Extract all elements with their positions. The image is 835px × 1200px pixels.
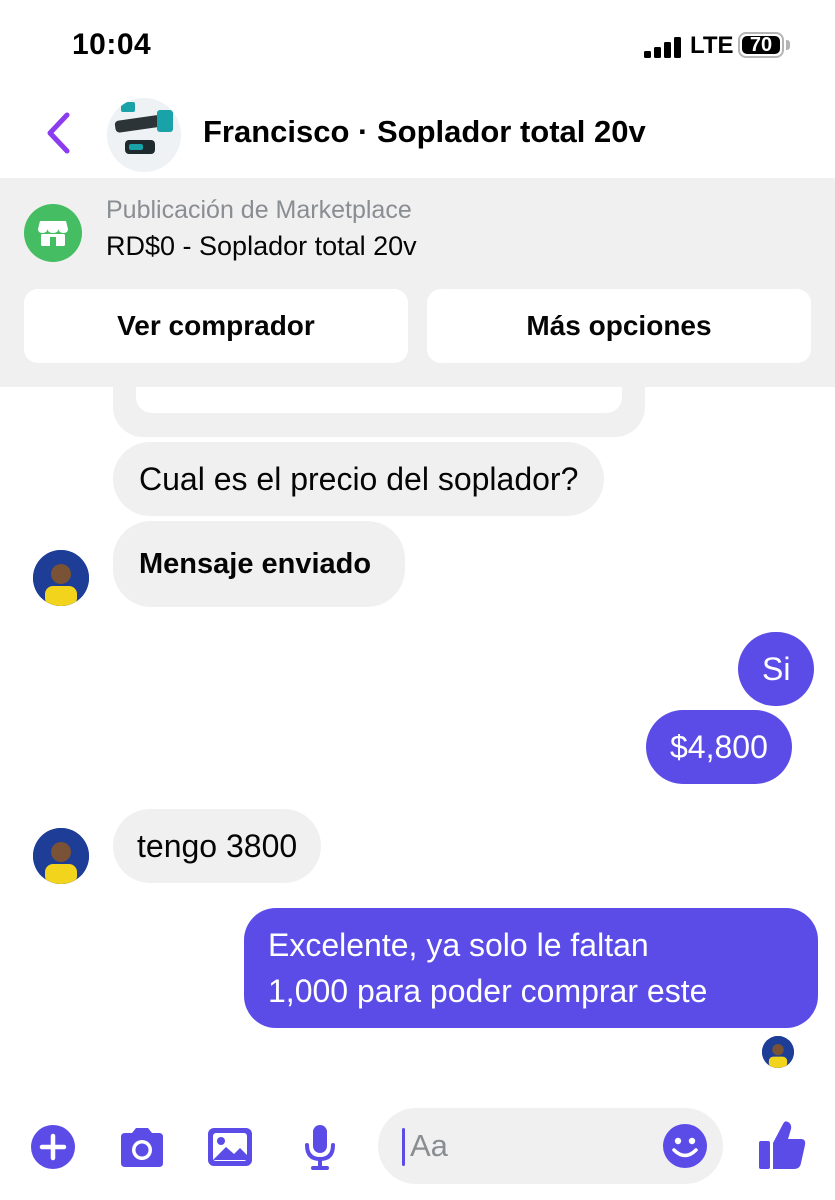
chevron-left-icon — [47, 112, 70, 154]
message-bubble-incoming[interactable]: tengo 3800 — [113, 809, 322, 883]
smiley-icon — [663, 1124, 707, 1168]
plus-button[interactable] — [30, 1124, 76, 1170]
profile-photo — [33, 550, 89, 606]
text-cursor — [402, 1128, 405, 1166]
view-buyer-button[interactable]: Ver comprador — [24, 289, 408, 363]
status-time: 10:04 — [72, 28, 152, 61]
conversation-header: Francisco · Soplador total 20v — [0, 90, 835, 178]
back-button[interactable] — [36, 108, 80, 158]
marketplace-banner: Publicación de Marketplace RD$0 - Soplad… — [0, 178, 835, 387]
profile-photo — [33, 828, 89, 884]
message-bubble-outgoing[interactable]: Excelente, ya solo le faltan 1,000 para … — [244, 908, 818, 1028]
battery-cap — [786, 40, 790, 50]
message-text-line: 1,000 para poder comprar este — [268, 973, 708, 1009]
more-options-button[interactable]: Más opciones — [427, 289, 811, 363]
sender-avatar[interactable] — [33, 550, 89, 606]
message-text: Si — [762, 650, 791, 687]
message-text: Mensaje enviado — [139, 547, 372, 580]
image-icon — [208, 1128, 252, 1166]
marketplace-label: Publicación de Marketplace — [106, 196, 412, 224]
message-text: tengo 3800 — [137, 827, 298, 864]
plus-icon — [31, 1125, 75, 1169]
gallery-button[interactable] — [206, 1124, 254, 1170]
leaf-blower-image — [107, 98, 181, 172]
conversation-title[interactable]: Francisco · Soplador total 20v — [203, 114, 646, 150]
sender-avatar[interactable] — [33, 828, 89, 884]
seen-receipt-avatar — [762, 1036, 794, 1068]
emoji-button[interactable] — [662, 1123, 708, 1169]
camera-button[interactable] — [117, 1124, 167, 1170]
message-bubble-outgoing[interactable]: $4,800 — [646, 710, 792, 784]
message-bubble-outgoing[interactable]: Si — [738, 632, 815, 706]
message-text-line: Excelente, ya solo le faltan — [268, 927, 649, 963]
thumbs-up-icon — [759, 1121, 806, 1169]
camera-icon — [121, 1128, 163, 1167]
network-type: LTE — [690, 32, 734, 59]
previous-message-card — [136, 387, 622, 413]
message-text: $4,800 — [670, 728, 768, 765]
voice-button[interactable] — [300, 1122, 340, 1172]
marketplace-store-icon — [24, 204, 82, 262]
status-bar: 10:04 LTE 70 — [0, 0, 835, 90]
message-text: Cual es el precio del soplador? — [139, 460, 579, 497]
signal-icon — [644, 36, 682, 58]
like-button[interactable] — [756, 1118, 808, 1172]
battery-icon: 70 — [738, 32, 784, 58]
battery-level: 70 — [742, 35, 780, 55]
message-bubble-incoming[interactable]: Mensaje enviado — [113, 521, 406, 607]
message-bubble-incoming[interactable]: Cual es el precio del soplador? — [113, 442, 605, 516]
listing-avatar[interactable] — [107, 98, 181, 172]
input-placeholder: Aa — [410, 1128, 448, 1163]
listing-title[interactable]: RD$0 - Soplador total 20v — [106, 231, 417, 262]
message-composer: Aa — [0, 1100, 835, 1200]
microphone-icon — [305, 1125, 335, 1170]
message-input[interactable]: Aa — [378, 1108, 723, 1184]
